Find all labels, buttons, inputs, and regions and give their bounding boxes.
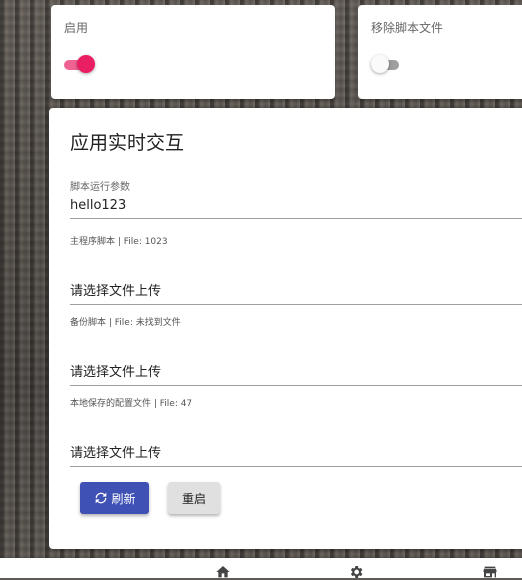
main-script-placeholder[interactable]: 请选择文件上传 <box>70 280 522 304</box>
run-param-field[interactable]: 脚本运行参数 hello123 <box>70 178 522 219</box>
remove-script-toggle[interactable] <box>371 55 401 75</box>
realtime-interaction-card: 应用实时交互 脚本运行参数 hello123 主程序脚本 | File: 102… <box>49 108 522 549</box>
remove-script-switch-card: 移除脚本文件 <box>358 5 522 99</box>
local-config-placeholder[interactable]: 请选择文件上传 <box>70 442 522 466</box>
backup-script-upload[interactable]: 请选择文件上传 <box>70 356 522 386</box>
card-title: 应用实时交互 <box>70 132 185 154</box>
main-script-underline <box>70 304 522 305</box>
backup-script-underline <box>70 385 522 386</box>
backup-script-placeholder[interactable]: 请选择文件上传 <box>70 361 522 385</box>
refresh-icon <box>96 492 107 504</box>
backup-script-hint: 备份脚本 | File: 未找到文件 <box>70 318 181 328</box>
local-config-hint: 本地保存的配置文件 | File: 47 <box>70 399 193 409</box>
run-param-input[interactable]: hello123 <box>70 198 522 218</box>
bottom-navigation <box>0 558 522 578</box>
restart-button[interactable]: 重启 <box>168 482 220 514</box>
enable-switch-card: 启用 <box>51 5 335 99</box>
remove-script-switch-label: 移除脚本文件 <box>371 21 444 35</box>
main-script-hint: 主程序脚本 | File: 1023 <box>70 237 168 247</box>
main-script-upload[interactable]: 请选择文件上传 <box>70 275 522 305</box>
run-param-label: 脚本运行参数 <box>70 182 130 193</box>
run-param-underline <box>70 218 522 219</box>
refresh-button-label: 刷新 <box>111 491 136 506</box>
local-config-upload[interactable]: 请选择文件上传 <box>70 437 522 467</box>
local-config-underline <box>70 466 522 467</box>
refresh-button[interactable]: 刷新 <box>80 482 149 514</box>
enable-switch-label: 启用 <box>64 21 89 35</box>
enable-toggle[interactable] <box>64 55 95 75</box>
restart-button-label: 重启 <box>181 491 206 506</box>
